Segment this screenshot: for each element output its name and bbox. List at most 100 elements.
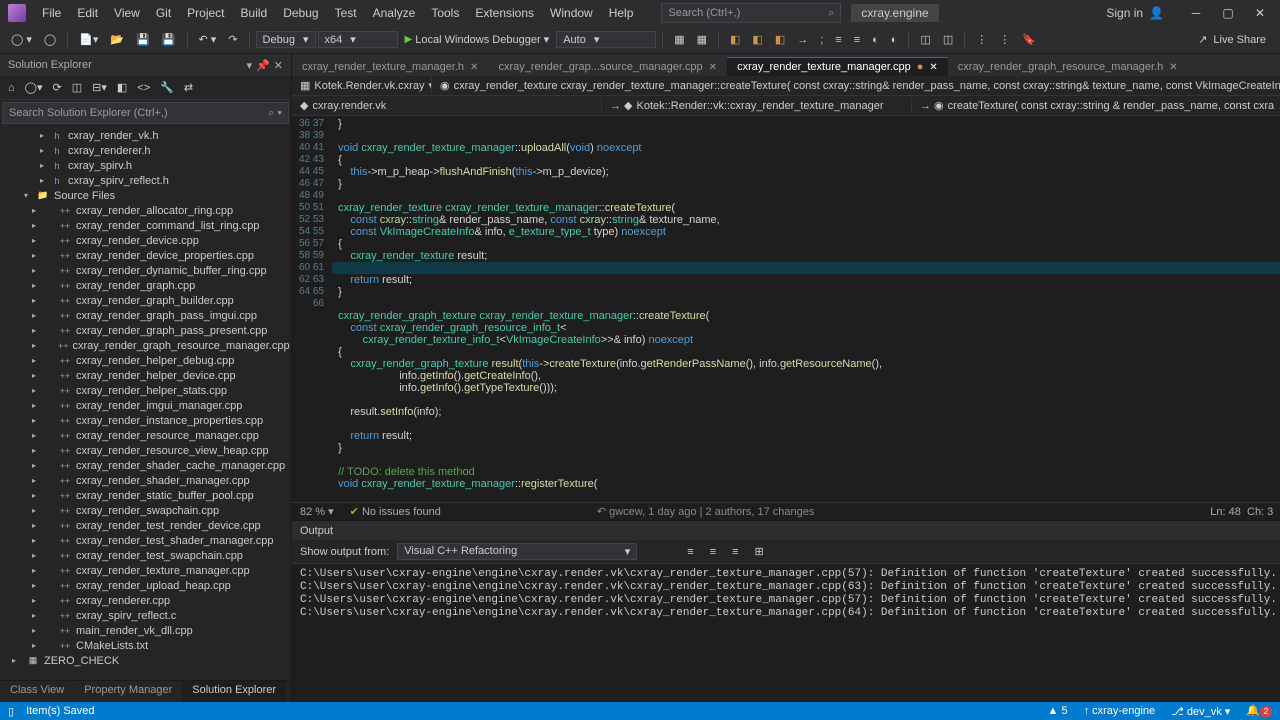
platform-dropdown[interactable]: x64▾ <box>318 31 398 48</box>
open-button[interactable]: 📂 <box>105 30 129 49</box>
tree-file[interactable]: ▸++cxray_render_upload_heap.cpp <box>0 578 291 593</box>
tree-file[interactable]: ▸++cxray_render_resource_manager.cpp <box>0 428 291 443</box>
repo-name[interactable]: ↑ cxray-engine <box>1084 705 1156 717</box>
issues-status[interactable]: ✔ No issues found <box>350 505 441 518</box>
redo-button[interactable]: ↷ <box>223 30 242 49</box>
menu-test[interactable]: Test <box>327 2 365 24</box>
tree-file[interactable]: ▸++main_render_vk_dll.cpp <box>0 623 291 638</box>
tool-icon[interactable]: ◐ <box>867 31 884 49</box>
tree-file[interactable]: ▸++CMakeLists.txt <box>0 638 291 653</box>
menu-analyze[interactable]: Analyze <box>365 2 424 24</box>
quick-search[interactable]: Search (Ctrl+,) ⌕ <box>661 3 841 23</box>
tree-file[interactable]: ▸++cxray_spirv_reflect.c <box>0 608 291 623</box>
code-editor[interactable]: 36 37 38 39 40 41 42 43 44 45 46 47 48 4… <box>292 116 1280 502</box>
output-source-dropdown[interactable]: Visual C++ Refactoring▾ <box>397 543 637 560</box>
tool-icon[interactable]: <> <box>133 79 154 97</box>
menu-tools[interactable]: Tools <box>423 2 467 24</box>
tree-file[interactable]: ▸++cxray_render_test_swapchain.cpp <box>0 548 291 563</box>
tree-file[interactable]: ▸++cxray_render_graph.cpp <box>0 278 291 293</box>
tree-file[interactable]: ▸++cxray_render_instance_properties.cpp <box>0 413 291 428</box>
tool-icon[interactable]: ⟳ <box>49 78 66 97</box>
tree-file[interactable]: ▸++cxray_render_dynamic_buffer_ring.cpp <box>0 263 291 278</box>
tool-icon[interactable]: ⊞ <box>751 542 768 561</box>
tree-project[interactable]: ▸▦ZERO_CHECK <box>0 653 291 668</box>
tree-folder[interactable]: ▾📁Source Files <box>0 188 291 203</box>
tree-file[interactable]: ▸++cxray_render_shader_manager.cpp <box>0 473 291 488</box>
tree-file[interactable]: ▸++cxray_render_imgui_manager.cpp <box>0 398 291 413</box>
forward-button[interactable]: ◯ <box>39 30 61 49</box>
tool-icon[interactable]: ◧ <box>770 30 790 49</box>
solution-tree[interactable]: ▸hcxray_render_vk.h▸hcxray_renderer.h▸hc… <box>0 126 291 680</box>
tool-icon[interactable]: → <box>792 31 813 49</box>
tool-icon[interactable]: ◫ <box>915 30 935 49</box>
notifications[interactable]: 🔔2 <box>1246 704 1272 718</box>
editor-tab[interactable]: cxray_render_grap...source_manager.cpp ✕ <box>488 57 727 76</box>
tree-file[interactable]: ▸++cxray_render_device.cpp <box>0 233 291 248</box>
zoom-level[interactable]: 82 % ▾ <box>300 505 334 518</box>
tree-file[interactable]: ▸hcxray_render_vk.h <box>0 128 291 143</box>
tree-file[interactable]: ▸hcxray_spirv_reflect.h <box>0 173 291 188</box>
tree-file[interactable]: ▸++cxray_render_graph_resource_manager.c… <box>0 338 291 353</box>
minimize-button[interactable]: ─ <box>1180 0 1212 26</box>
close-button[interactable]: ✕ <box>1244 0 1276 26</box>
tool-icon[interactable]: ◧ <box>113 78 131 97</box>
tree-file[interactable]: ▸++cxray_render_test_shader_manager.cpp <box>0 533 291 548</box>
tree-file[interactable]: ▸hcxray_spirv.h <box>0 158 291 173</box>
editor-tab[interactable]: cxray_render_graph_resource_manager.h ✕ <box>948 57 1188 76</box>
close-tab-icon[interactable]: ✕ <box>1169 62 1177 73</box>
tree-file[interactable]: ▸++cxray_render_command_list_ring.cpp <box>0 218 291 233</box>
tree-file[interactable]: ▸++cxray_render_resource_view_heap.cpp <box>0 443 291 458</box>
tool-icon[interactable]: ▦ <box>669 30 689 49</box>
maximize-button[interactable]: ▢ <box>1212 0 1244 26</box>
solution-search[interactable]: Search Solution Explorer (Ctrl+,) ⌕ ▾ <box>2 102 289 124</box>
menu-build[interactable]: Build <box>233 2 276 24</box>
tool-icon[interactable]: ⇄ <box>180 78 197 97</box>
tool-icon[interactable]: ≡ <box>849 31 865 49</box>
tree-file[interactable]: ▸++cxray_render_texture_manager.cpp <box>0 563 291 578</box>
tree-file[interactable]: ▸++cxray_render_graph_pass_imgui.cpp <box>0 308 291 323</box>
config-dropdown[interactable]: Debug▾ <box>256 31 316 48</box>
menu-view[interactable]: View <box>106 2 148 24</box>
save-all-button[interactable]: 💾 <box>157 30 181 49</box>
crumb-class[interactable]: → ◆ Kotek::Render::vk::cxray_render_text… <box>602 97 912 114</box>
tool-icon[interactable]: ◯▾ <box>21 78 47 97</box>
close-tab-icon[interactable]: ✕ <box>929 62 937 73</box>
menu-file[interactable]: File <box>34 2 69 24</box>
tree-file[interactable]: ▸++cxray_render_test_render_device.cpp <box>0 518 291 533</box>
tool-icon[interactable]: ◧ <box>747 30 767 49</box>
tree-file[interactable]: ▸++cxray_render_shader_cache_manager.cpp <box>0 458 291 473</box>
tree-file[interactable]: ▸hcxray_renderer.h <box>0 143 291 158</box>
tree-file[interactable]: ▸++cxray_render_helper_debug.cpp <box>0 353 291 368</box>
crumb-file[interactable]: ◆ cxray.render.vk <box>292 97 602 114</box>
error-count[interactable]: ▲ 5 <box>1048 705 1068 717</box>
live-share-button[interactable]: ↗ Live Share <box>1190 31 1274 48</box>
tool-icon[interactable]: ; <box>815 31 828 49</box>
crumb-method[interactable]: → ◉ createTexture( const cxray::string &… <box>912 97 1280 114</box>
save-button[interactable]: 💾 <box>131 30 155 49</box>
close-icon[interactable]: ✕ <box>274 59 283 72</box>
tree-file[interactable]: ▸++cxray_render_graph_pass_present.cpp <box>0 323 291 338</box>
project-selector[interactable]: ▦ Kotek.Render.vk.cxray ▾ <box>292 77 432 94</box>
dropdown-icon[interactable]: ▾ <box>247 59 253 72</box>
menu-git[interactable]: Git <box>148 2 179 24</box>
tree-file[interactable]: ▸++cxray_render_graph_builder.cpp <box>0 293 291 308</box>
close-tab-icon[interactable]: ✕ <box>470 62 478 73</box>
tool-icon[interactable]: ◧ <box>725 30 745 49</box>
panel-tab[interactable]: Class View <box>0 681 74 702</box>
home-icon[interactable]: ⌂ <box>4 79 19 97</box>
close-tab-icon[interactable]: ✕ <box>709 62 717 73</box>
undo-button[interactable]: ↶ ▾ <box>194 30 222 49</box>
tree-file[interactable]: ▸++cxray_render_device_properties.cpp <box>0 248 291 263</box>
branch-name[interactable]: ⎇ dev_vk ▾ <box>1171 705 1230 718</box>
tool-icon[interactable]: ◫ <box>938 30 958 49</box>
code-area[interactable]: } void cxray_render_texture_manager::upl… <box>332 116 1280 502</box>
tree-file[interactable]: ▸++cxray_render_helper_stats.cpp <box>0 383 291 398</box>
tool-icon[interactable]: ⋮ <box>971 30 992 49</box>
tree-file[interactable]: ▸++cxray_render_helper_device.cpp <box>0 368 291 383</box>
start-debug-button[interactable]: ▶ Local Windows Debugger ▾ <box>400 30 555 49</box>
tool-icon[interactable]: ◐ <box>886 31 903 49</box>
scope-selector[interactable]: ◉ cxray_render_texture cxray_render_text… <box>432 77 1280 94</box>
output-text[interactable]: C:\Users\user\cxray-engine\engine\cxray.… <box>292 564 1280 702</box>
editor-tab[interactable]: cxray_render_texture_manager.h ✕ <box>292 57 488 76</box>
tool-icon[interactable]: ≡ <box>728 543 742 561</box>
